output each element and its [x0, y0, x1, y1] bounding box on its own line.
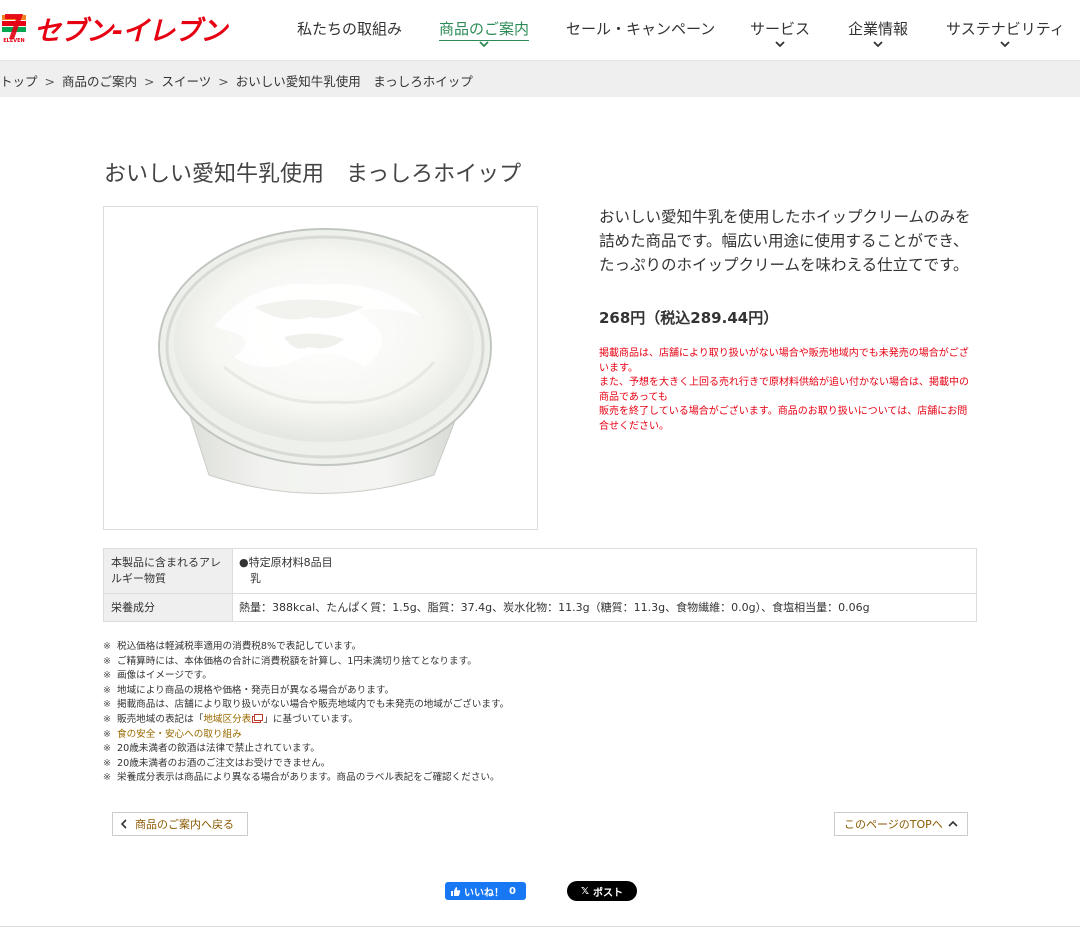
breadcrumb-separator: >: [44, 74, 55, 89]
nav-item-company[interactable]: 企業情報: [848, 18, 909, 48]
breadcrumb-item-products[interactable]: 商品のご案内: [62, 74, 137, 89]
note-text: 税込価格は軽減税率適用の消費税8%で表記しています。: [117, 641, 362, 652]
list-item: ※ 画像はイメージです。: [103, 669, 973, 684]
chevron-down-icon: [1000, 41, 1011, 48]
table-row: 本製品に含まれるアレルギー物質 ●特定原材料8品目 乳: [103, 548, 977, 594]
breadcrumb-item-sweets[interactable]: スイーツ: [162, 74, 212, 89]
nutrition-value: 熱量：388kcal、たんぱく質：1.5g、脂質：37.4g、炭水化物：11.3…: [232, 593, 977, 622]
warning-line: また、予想を大きく上回る売れ行きで原材料供給が追い付かない場合は、掲載中の商品で…: [599, 377, 969, 403]
page-top-button[interactable]: このページのTOPへ: [834, 812, 968, 836]
nav-item-sustainability[interactable]: サステナビリティ: [946, 18, 1065, 48]
post-label: ポスト: [593, 887, 624, 899]
chevron-left-icon: [120, 819, 127, 829]
allergy-cell: ●特定原材料8品目 乳: [232, 548, 977, 594]
nav-item-label: 商品のご案内: [439, 18, 530, 41]
note-text: 20歳未満者の飲酒は法律で禁止されています。: [117, 743, 320, 755]
main-nav: 私たちの取組み 商品のご案内 セール・キャンペーン サービス 企業情報 サステナ…: [0, 18, 1080, 58]
list-item: ※ 掲載商品は、店舗により取り扱いがない場合や販売地域内でも未発売の地域がございま…: [103, 698, 973, 713]
warning-line: 掲載商品は、店舗により取り扱いがない場合や販売地域内でも未発売の場合がございます…: [599, 348, 969, 374]
note-text: 地域により商品の規格や価格・発売日が異なる場合があります。: [117, 684, 395, 696]
note-mark: ※: [103, 772, 112, 784]
chevron-down-icon: [775, 41, 785, 48]
nav-item-sales-campaigns[interactable]: セール・キャンペーン: [566, 18, 715, 39]
nav-item-label: サービス: [750, 20, 811, 38]
note-mark: ※: [103, 670, 112, 682]
note-text: 20歳未満者のお酒のご注文はお受けできません。: [117, 757, 331, 769]
product-description: おいしい愛知牛乳を使用したホイップクリームのみを詰めた商品です。幅広い用途に使用…: [599, 208, 971, 274]
notes-list: ※ 税込価格は軽減税率適用の消費税8%で表記しています。 ※ ご精算時には、本体価格…: [103, 640, 973, 786]
warning-line: 販売を終了している場合がございます。商品のお取り扱いについては、店舗にお問合せく…: [599, 406, 968, 432]
region-table-link[interactable]: 地域区分表: [203, 714, 251, 725]
back-to-products-button[interactable]: 商品のご案内へ戻る: [112, 812, 248, 836]
x-post-button[interactable]: 𝕏 ポスト: [567, 881, 637, 901]
nav-item-label: セール・キャンペーン: [566, 20, 716, 38]
note-mark: ※: [103, 757, 112, 769]
note-text: ご精算時には、本体価格の合計に消費税額を計算し、1円未満切り捨てとなります。: [117, 655, 477, 667]
breadcrumb: トップ > 商品のご案内 > スイーツ > おいしい愛知牛乳使用 まっしろホイップ: [0, 60, 1080, 97]
chevron-down-icon: [479, 41, 489, 48]
nav-item-products[interactable]: 商品のご案内: [439, 18, 530, 48]
facebook-like-button[interactable]: いいね！ 0: [445, 882, 526, 900]
chevron-up-icon: [948, 820, 958, 827]
list-item: ※ 食の安全・安心への取り組み: [103, 728, 973, 743]
note-text: 販売地域の表記は「: [117, 713, 204, 725]
note-mark: ※: [103, 713, 112, 725]
nutrition-label: 栄養成分: [103, 593, 233, 622]
list-item: ※ 20歳未満者のお酒のご注文はお受けできません。: [103, 757, 973, 772]
thumbs-up-icon: [451, 886, 461, 896]
back-button-label: 商品のご案内へ戻る: [135, 818, 234, 831]
list-item: ※ 地域により商品の規格や価格・発売日が異なる場合があります。: [103, 684, 973, 699]
note-mark: ※: [103, 655, 112, 667]
site-header: ELEVEN セブン-イレブン 私たちの取組み 商品のご案内 セール・キャンペー…: [0, 0, 1080, 60]
chevron-down-icon: [873, 41, 883, 48]
food-safety-link[interactable]: 食の安全・安心への取り組み: [117, 729, 242, 740]
breadcrumb-item-current: おいしい愛知牛乳使用 まっしろホイップ: [235, 74, 473, 89]
allergy-label: 本製品に含まれるアレルギー物質: [103, 548, 233, 594]
note-mark: ※: [103, 699, 112, 711]
nav-item-label: 私たちの取組み: [297, 20, 403, 38]
page-title: おいしい愛知牛乳使用 まっしろホイップ: [104, 162, 522, 187]
product-price: 268円（税込289.44円）: [599, 309, 779, 327]
breadcrumb-separator: >: [144, 74, 155, 89]
note-text: 掲載商品は、店舗により取り扱いがない場合や販売地域内でも未発売の地域がございます…: [117, 699, 510, 711]
list-item: ※ 20歳未満者の飲酒は法律で禁止されています。: [103, 742, 973, 757]
footer-divider: [0, 926, 1080, 927]
list-item: ※ ご精算時には、本体価格の合計に消費税額を計算し、1円未満切り捨てとなります。: [103, 655, 973, 670]
breadcrumb-separator: >: [218, 74, 229, 89]
x-logo-icon: 𝕏: [580, 885, 590, 897]
list-item: ※ 税込価格は軽減税率適用の消費税8%で表記しています。: [103, 640, 973, 655]
allergy-heading: ●特定原材料8品目: [239, 556, 333, 569]
like-label: いいね！: [464, 887, 504, 899]
note-mark: ※: [103, 728, 112, 740]
note-mark: ※: [103, 684, 112, 696]
list-item: ※ 栄養成分表示は商品により異なる場合があります。商品のラベル表記をご確認ください…: [103, 771, 973, 786]
external-window-icon: [252, 713, 264, 723]
product-info-table: 本製品に含まれるアレルギー物質 ●特定原材料8品目 乳 栄養成分 熱量：388k…: [103, 548, 977, 622]
note-text: 画像はイメージです。: [117, 670, 212, 682]
availability-warning: 掲載商品は、店舗により取り扱いがない場合や販売地域内でも未発売の場合がございます…: [599, 347, 976, 435]
page-top-label: このページのTOPへ: [844, 818, 943, 831]
like-count: 0: [509, 885, 516, 897]
list-item: ※ 販売地域の表記は「地域区分表 」に基づいています。: [103, 713, 973, 728]
nav-item-initiatives[interactable]: 私たちの取組み: [297, 18, 402, 39]
nav-item-label: 企業情報: [848, 20, 909, 38]
nav-item-services[interactable]: サービス: [750, 18, 811, 48]
table-row: 栄養成分 熱量：388kcal、たんぱく質：1.5g、脂質：37.4g、炭水化物…: [103, 593, 977, 622]
note-mark: ※: [103, 641, 112, 652]
nav-item-label: サステナビリティ: [946, 20, 1065, 38]
note-mark: ※: [103, 743, 112, 755]
product-image: [103, 206, 538, 530]
allergy-value: 乳: [250, 572, 261, 585]
breadcrumb-item-top[interactable]: トップ: [0, 74, 38, 89]
note-text: 」に基づいています。: [263, 713, 359, 725]
note-text: 栄養成分表示は商品により異なる場合があります。商品のラベル表記をご確認ください。: [117, 772, 500, 784]
